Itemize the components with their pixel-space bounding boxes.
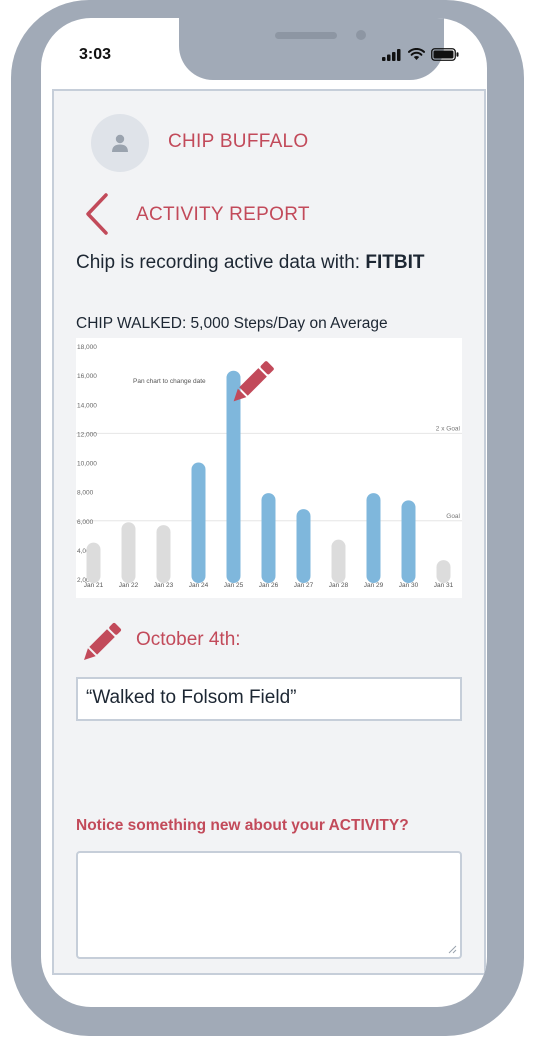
steps-chart-svg: Goal2 x Goal2,0004,0006,0008,00010,00012…	[76, 344, 462, 589]
status-time: 3:03	[79, 46, 112, 63]
x-tick-label: Jan 26	[259, 582, 279, 589]
bar-jan-31	[436, 560, 451, 583]
back-button[interactable]	[82, 191, 114, 237]
x-tick-label: Jan 24	[189, 582, 209, 589]
user-name: CHIP BUFFALO	[168, 131, 309, 152]
x-tick-label: Jan 21	[84, 582, 104, 589]
device-name: FITBIT	[365, 252, 425, 273]
x-tick-label: Jan 27	[294, 582, 314, 589]
pencil-icon	[84, 622, 122, 660]
resize-handle-icon[interactable]	[447, 944, 457, 954]
steps-chart[interactable]: Goal 2 x Goal 2,000 4,000 6,000 8,000 10,000 12…	[76, 338, 462, 598]
camera-dot	[356, 30, 366, 40]
bar-jan-23	[156, 525, 171, 583]
edit-note-button[interactable]	[78, 621, 124, 665]
x-tick-label: Jan 22	[119, 582, 139, 589]
note-input[interactable]: “Walked to Folsom Field”	[76, 677, 462, 721]
recording-status: Chip is recording active data with: FITB…	[76, 252, 424, 274]
activity-panel: CHIP BUFFALO ACTIVITY REPORT Chip is rec…	[52, 89, 486, 975]
phone-frame: 3:03 CHIP BUFFALO ACTIVITY REPORT Chip i…	[11, 0, 524, 1036]
x-tick-label: Jan 23	[154, 582, 174, 589]
chart-annotation: Pan chart to change date	[133, 378, 206, 385]
activity-textarea[interactable]	[76, 851, 462, 959]
bar-jan-22	[121, 522, 136, 583]
y-tick-label: 10,000	[77, 461, 97, 468]
chart-caption: CHIP WALKED: 5,000 Steps/Day on Average	[76, 315, 388, 332]
x-tick-label: Jan 29	[364, 582, 384, 589]
bar-jan-28	[331, 539, 346, 583]
y-tick-label: 6,000	[77, 519, 94, 526]
wifi-icon	[408, 48, 425, 60]
x-tick-label: Jan 30	[399, 582, 419, 589]
x-tick-label: Jan 28	[329, 582, 349, 589]
x-tick-label: Jan 25	[224, 582, 244, 589]
bar-jan-26	[261, 493, 276, 583]
phone-screen: 3:03 CHIP BUFFALO ACTIVITY REPORT Chip i…	[41, 18, 487, 1007]
bar-jan-27	[296, 509, 311, 583]
reference-line-label: 2 x Goal	[436, 425, 461, 432]
reference-line-label: Goal	[446, 513, 460, 520]
signal-icon	[382, 48, 401, 61]
bar-jan-25	[226, 370, 241, 583]
bar-jan-21	[86, 542, 101, 583]
y-tick-label: 8,000	[77, 490, 94, 497]
status-icons	[382, 48, 459, 61]
speaker-grille	[275, 32, 337, 39]
y-tick-label: 14,000	[77, 402, 97, 409]
bar-jan-29	[366, 493, 381, 583]
recording-prefix: Chip is recording active data with:	[76, 252, 366, 273]
bar-jan-24	[191, 462, 206, 583]
person-icon	[112, 134, 128, 152]
avatar[interactable]	[91, 114, 149, 172]
y-tick-label: 18,000	[77, 344, 97, 351]
x-tick-label: Jan 31	[434, 582, 454, 589]
battery-icon	[431, 48, 459, 61]
page-title: ACTIVITY REPORT	[136, 204, 310, 225]
y-tick-label: 16,000	[77, 373, 97, 380]
chevron-left-icon	[86, 193, 108, 235]
note-date: October 4th:	[136, 629, 241, 650]
bar-jan-30	[401, 500, 416, 583]
question-label: Notice something new about your ACTIVITY…	[76, 817, 409, 834]
y-tick-label: 12,000	[77, 431, 97, 438]
